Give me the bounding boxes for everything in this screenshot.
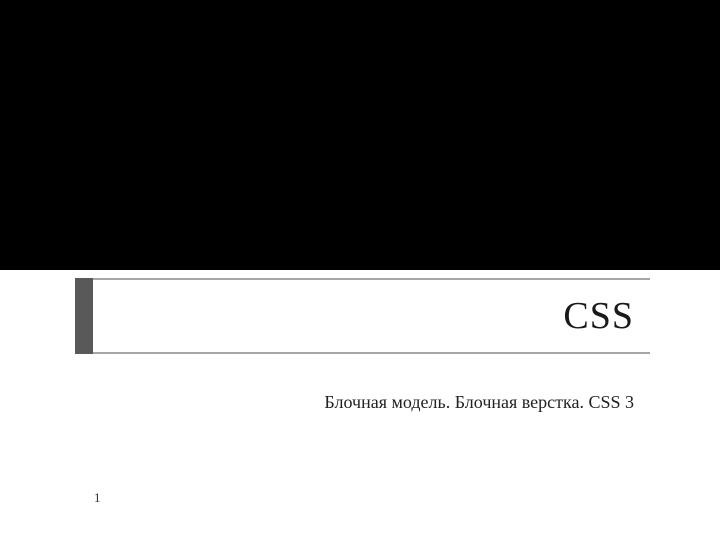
slide-subtitle: Блочная модель. Блочная верстка. CSS 3 (75, 392, 650, 413)
page-number: 1 (94, 490, 101, 506)
title-accent-bar (75, 278, 93, 354)
slide-title: CSS (563, 294, 634, 338)
top-black-region (0, 0, 720, 270)
title-block: CSS (75, 278, 650, 354)
